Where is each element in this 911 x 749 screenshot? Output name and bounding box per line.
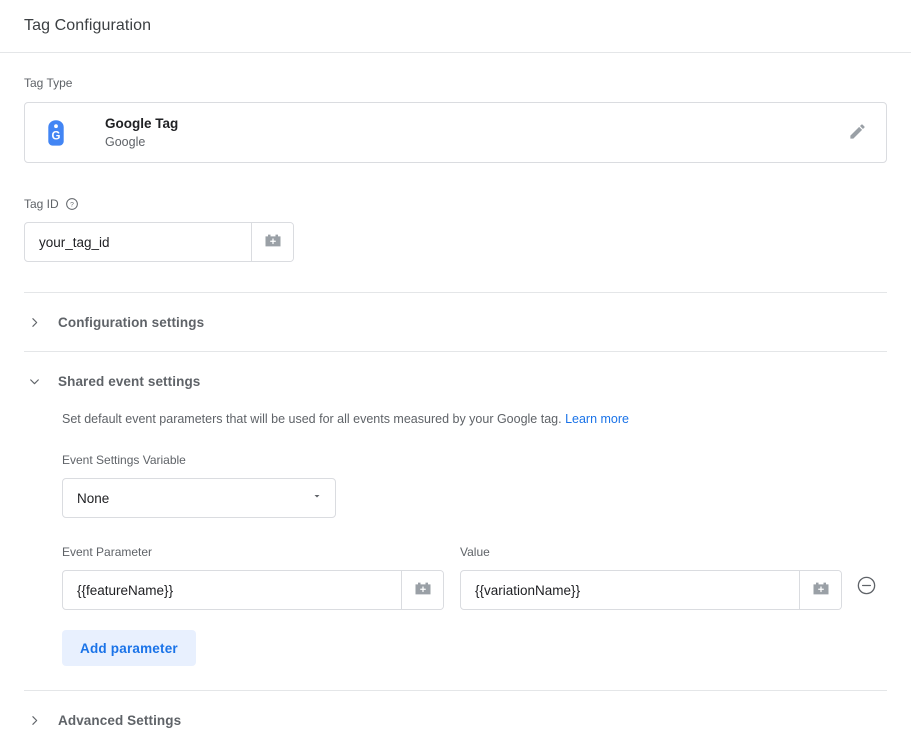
shared-event-settings-title: Shared event settings xyxy=(58,374,200,389)
table-row xyxy=(62,570,444,610)
tag-type-info: Google Tag Google xyxy=(105,115,840,151)
event-parameter-column-label: Event Parameter xyxy=(62,544,444,560)
parameter-table: Event Parameter Value xyxy=(62,544,887,610)
event-parameter-variable-picker-button[interactable] xyxy=(401,571,443,609)
add-parameter-button[interactable]: Add parameter xyxy=(62,630,196,666)
chevron-right-icon xyxy=(24,316,44,329)
panel-header: Tag Configuration xyxy=(0,0,911,53)
event-settings-variable-block: Event Settings Variable None xyxy=(62,452,887,518)
svg-text:G: G xyxy=(52,130,61,142)
shared-event-settings-body: Set default event parameters that will b… xyxy=(0,410,911,690)
value-input[interactable] xyxy=(461,571,799,609)
tag-type-section: Tag Type G Google Tag Google xyxy=(0,53,911,163)
advanced-settings-title: Advanced Settings xyxy=(58,713,181,728)
help-circle-icon[interactable]: ? xyxy=(65,197,79,211)
lego-brick-plus-icon xyxy=(811,580,831,600)
page-title: Tag Configuration xyxy=(24,17,151,35)
minus-circle-icon xyxy=(856,575,877,599)
event-parameter-input[interactable] xyxy=(63,571,401,609)
event-settings-variable-select[interactable]: None xyxy=(62,478,336,518)
value-column: Value xyxy=(460,544,842,610)
pencil-icon xyxy=(848,122,867,144)
section-shared-event-settings[interactable]: Shared event settings xyxy=(0,352,911,410)
edit-tag-type-button[interactable] xyxy=(840,116,874,150)
configuration-settings-title: Configuration settings xyxy=(58,315,204,330)
svg-text:?: ? xyxy=(70,202,74,209)
lego-brick-plus-icon xyxy=(413,580,433,600)
tag-type-card[interactable]: G Google Tag Google xyxy=(24,102,887,163)
value-column-label: Value xyxy=(460,544,842,560)
tag-id-label-row: Tag ID ? xyxy=(24,196,887,212)
chevron-down-icon xyxy=(24,375,44,388)
lego-brick-plus-icon xyxy=(263,232,283,252)
tag-id-input-combo xyxy=(24,222,294,262)
chevron-down-icon xyxy=(311,489,323,507)
chevron-right-icon xyxy=(24,714,44,727)
value-variable-picker-button[interactable] xyxy=(799,571,841,609)
remove-column xyxy=(842,544,891,604)
tag-type-vendor: Google xyxy=(105,134,840,151)
event-settings-variable-label: Event Settings Variable xyxy=(62,452,887,468)
section-advanced-settings[interactable]: Advanced Settings xyxy=(0,691,911,749)
tag-id-label: Tag ID xyxy=(24,196,59,212)
tag-type-name: Google Tag xyxy=(105,115,840,133)
tag-id-input[interactable] xyxy=(25,223,251,261)
tag-id-variable-picker-button[interactable] xyxy=(251,223,293,261)
event-settings-variable-value: None xyxy=(77,491,311,506)
tag-id-section: Tag ID ? xyxy=(0,163,911,292)
shared-event-description: Set default event parameters that will b… xyxy=(62,410,887,428)
shared-event-description-text: Set default event parameters that will b… xyxy=(62,412,562,426)
event-parameter-column: Event Parameter xyxy=(62,544,444,610)
remove-parameter-button[interactable] xyxy=(850,570,884,604)
google-tag-icon: G xyxy=(43,118,69,148)
section-configuration-settings[interactable]: Configuration settings xyxy=(0,293,911,351)
tag-type-label: Tag Type xyxy=(24,75,887,91)
value-input-combo xyxy=(460,570,842,610)
learn-more-link[interactable]: Learn more xyxy=(565,412,629,426)
